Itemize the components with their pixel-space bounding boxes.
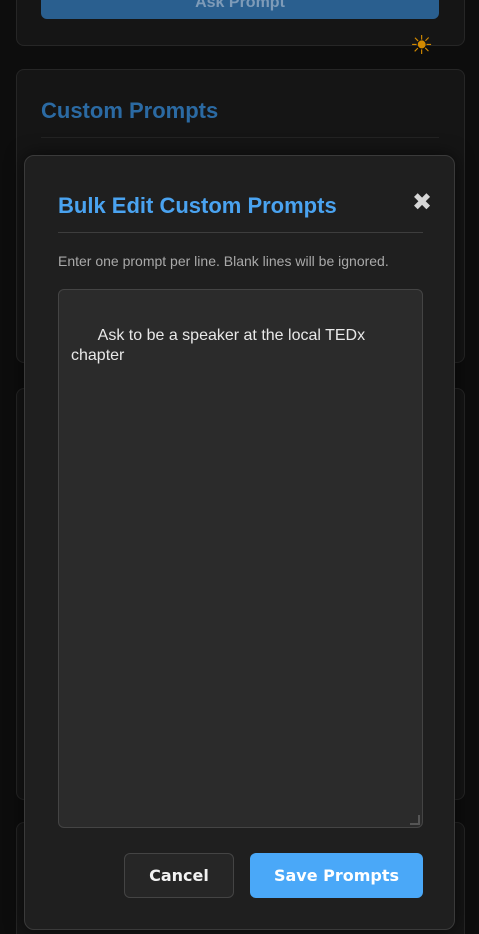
page: Ask Prompt ☀ Custom Prompts Bulk Edit Cu…	[0, 0, 479, 934]
bulk-edit-modal: Bulk Edit Custom Prompts ✖ Enter one pro…	[24, 155, 455, 930]
modal-title: Bulk Edit Custom Prompts	[58, 193, 337, 218]
sun-icon[interactable]: ☀	[410, 30, 433, 60]
prompts-textarea[interactable]: Ask to be a speaker at the local TEDx ch…	[58, 289, 423, 828]
helper-text: Enter one prompt per line. Blank lines w…	[58, 253, 389, 269]
modal-divider	[58, 232, 423, 233]
cancel-button[interactable]: Cancel	[124, 853, 234, 898]
custom-prompts-title: Custom Prompts	[41, 98, 219, 123]
save-prompts-button[interactable]: Save Prompts	[250, 853, 423, 898]
section-divider	[41, 137, 439, 138]
close-icon[interactable]: ✖	[411, 190, 433, 216]
textarea-value: Ask to be a speaker at the local TEDx ch…	[71, 327, 370, 364]
ask-prompt-button[interactable]: Ask Prompt	[41, 0, 439, 19]
resize-handle[interactable]	[410, 815, 420, 825]
